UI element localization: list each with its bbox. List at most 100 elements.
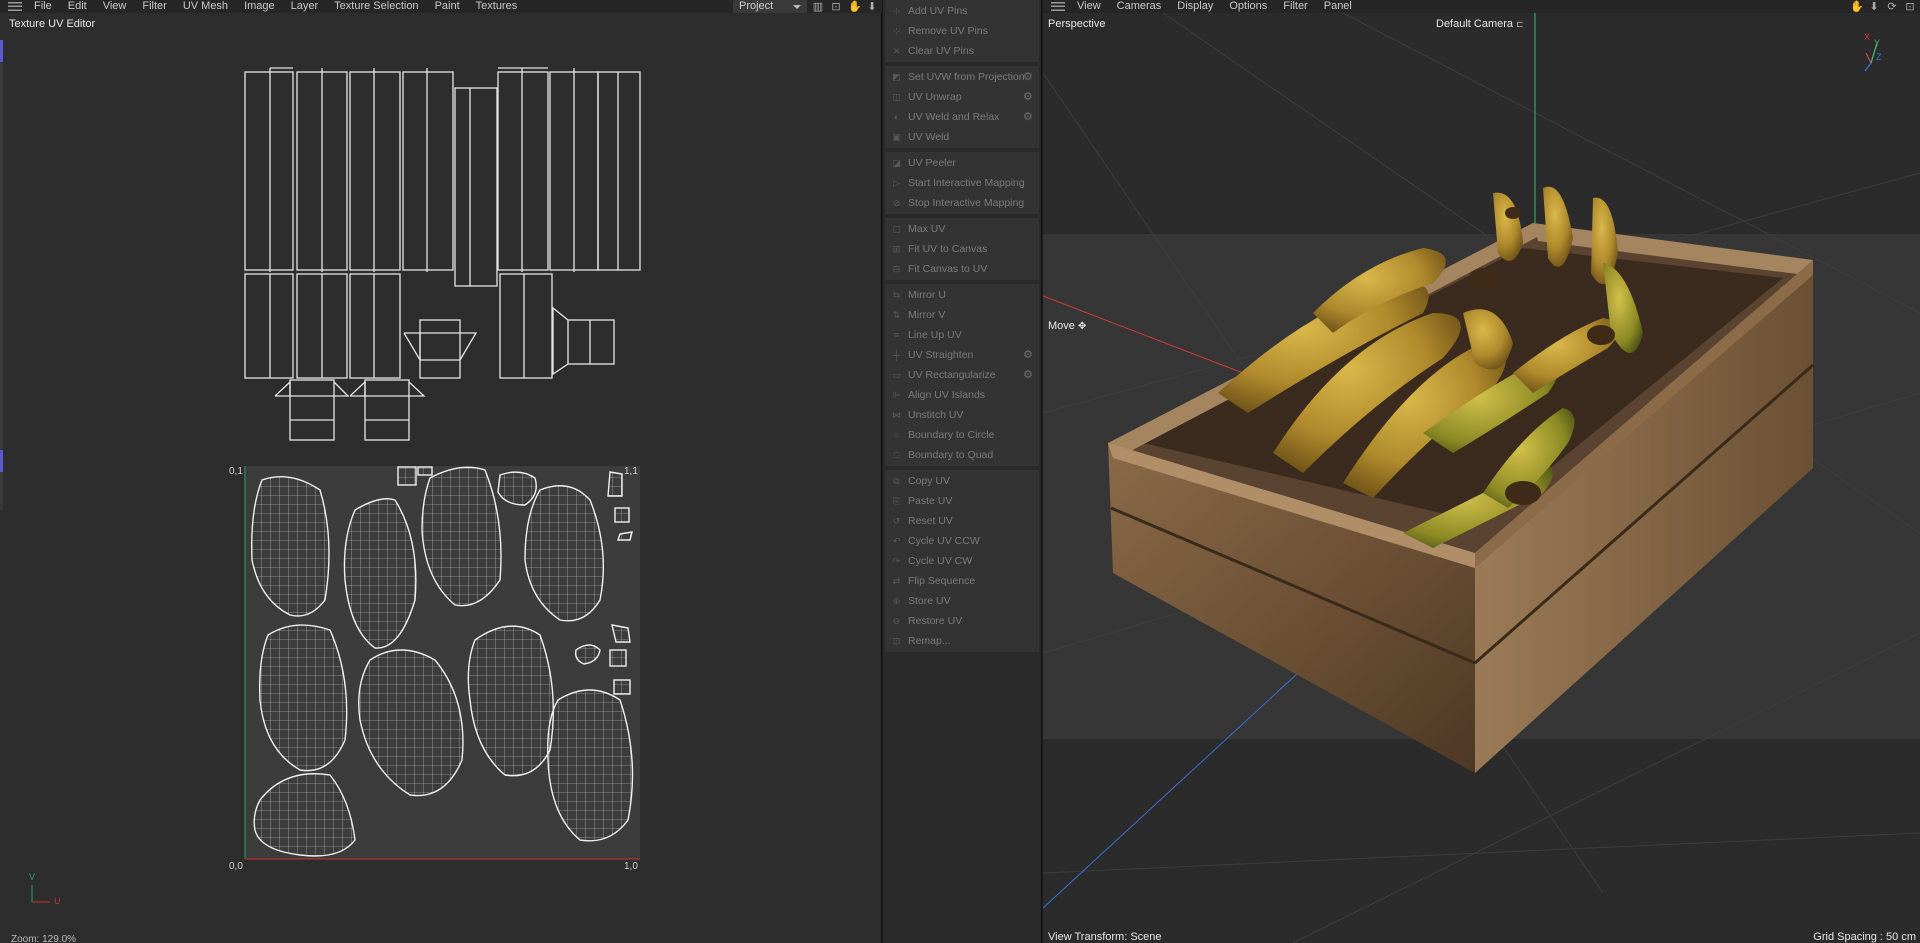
uv-command-copy-uv[interactable]: ⧉ Copy UV: [885, 471, 1039, 491]
uv-command-label: Cycle UV CCW: [908, 535, 980, 547]
uv-command-group: ⊹ Add UV Pins ⊹ Remove UV Pins ✕ Clear UV Pin…: [885, 0, 1039, 62]
uv-command-mirror-u[interactable]: ⇆ Mirror U: [885, 285, 1039, 305]
3d-viewport[interactable]: View Cameras Display Options Filter Pane…: [1043, 0, 1920, 943]
line-up-icon: ≡: [893, 330, 900, 340]
uv-command-reset-uv[interactable]: ↺ Reset UV: [885, 511, 1039, 531]
uv-command-uv-rectangularize[interactable]: ▭ UV Rectangularize ⚙: [885, 365, 1039, 385]
weld-relax-icon: ◐: [893, 112, 900, 122]
uv-command-label: Paste UV: [908, 495, 953, 507]
uv-command-max-uv[interactable]: ▢ Max UV: [885, 219, 1039, 239]
uv-command-uv-weld-and-relax[interactable]: ◐ UV Weld and Relax ⚙: [885, 107, 1039, 127]
uv-command-uv-weld[interactable]: ▣ UV Weld: [885, 127, 1039, 147]
uv-command-uv-straighten[interactable]: ┼ UV Straighten ⚙: [885, 345, 1039, 365]
uv-command-label: Flip Sequence: [908, 575, 976, 587]
uv-command-uv-peeler[interactable]: ◪ UV Peeler: [885, 153, 1039, 173]
uv-command-store-uv[interactable]: ⊕ Store UV: [885, 591, 1039, 611]
store-icon: ⊕: [892, 596, 901, 606]
pin-remove-icon: ⊹: [892, 26, 901, 36]
gear-icon[interactable]: ⚙: [1023, 91, 1035, 103]
uv-axis-gizmo: [31, 885, 50, 903]
active-tool-name: Move: [1048, 320, 1075, 332]
rotate-icon[interactable]: ⟳: [1886, 1, 1898, 13]
app-window: File Edit View Filter UV Mesh Image Laye…: [0, 0, 1920, 943]
vp-menu-options[interactable]: Options: [1221, 0, 1275, 13]
uv-command-group: ▢ Max UV ⊞ Fit UV to Canvas ⊟ Fit Canvas to U…: [885, 218, 1039, 280]
uv-command-boundary-to-quad[interactable]: □ Boundary to Quad: [885, 445, 1039, 465]
uv-command-label: Align UV Islands: [908, 389, 986, 401]
uv-command-fit-uv-to-canvas[interactable]: ⊞ Fit UV to Canvas: [885, 239, 1039, 259]
gear-icon[interactable]: ⚙: [1023, 71, 1035, 83]
uv-command-uv-unwrap[interactable]: ◫ UV Unwrap ⚙: [885, 87, 1039, 107]
cycle-ccw-icon: ↶: [892, 536, 901, 546]
uv-command-label: UV Weld and Relax: [908, 111, 1000, 123]
uv-command-group: ⇆ Mirror U ⇅ Mirror V ≡ Line Up UV ┼ UV Straigh…: [885, 284, 1039, 466]
uv-command-label: UV Peeler: [908, 157, 956, 169]
vp-menu-display[interactable]: Display: [1169, 0, 1221, 13]
uv-command-label: Fit UV to Canvas: [908, 243, 988, 255]
gear-icon[interactable]: ⚙: [1023, 349, 1035, 361]
align-icon: ⊫: [892, 390, 901, 400]
vp-menu-cameras[interactable]: Cameras: [1109, 0, 1170, 13]
play-icon: ▷: [893, 178, 900, 188]
uv-canvas[interactable]: [0, 0, 882, 943]
mirror-v-icon: ⇅: [892, 310, 901, 320]
gizmo-u-label: U: [54, 896, 61, 906]
uv-command-label: Boundary to Quad: [908, 449, 994, 461]
uv-command-label: Boundary to Circle: [908, 429, 995, 441]
copy-icon: ⧉: [893, 476, 900, 486]
fit-uv-icon: ⊞: [892, 244, 901, 254]
mirror-u-icon: ⇆: [892, 290, 901, 300]
camera-icon: ⊏: [1516, 19, 1524, 29]
dolly-icon[interactable]: ⬇: [1868, 1, 1880, 13]
view-mode-label[interactable]: Perspective: [1048, 18, 1105, 30]
uv-command-flip-sequence[interactable]: ⇄ Flip Sequence: [885, 571, 1039, 591]
maximize-icon[interactable]: ⊡: [1904, 1, 1916, 13]
uv-command-start-interactive-mapping[interactable]: ▷ Start Interactive Mapping: [885, 173, 1039, 193]
stop-icon: ⊘: [892, 198, 901, 208]
camera-name: Default Camera: [1436, 18, 1514, 30]
uv-coord-1-0: 1,0: [624, 861, 638, 872]
uv-command-cycle-uv-ccw[interactable]: ↶ Cycle UV CCW: [885, 531, 1039, 551]
uv-command-label: UV Straighten: [908, 349, 974, 361]
gizmo-x-label: X: [1864, 32, 1871, 42]
rectangularize-icon: ▭: [892, 370, 901, 380]
uv-command-fit-canvas-to-uv[interactable]: ⊟ Fit Canvas to UV: [885, 259, 1039, 279]
gear-icon[interactable]: ⚙: [1023, 369, 1035, 381]
vp-menu-panel[interactable]: Panel: [1316, 0, 1360, 13]
uv-command-label: Reset UV: [908, 515, 953, 527]
uv-command-clear-uv-pins[interactable]: ✕ Clear UV Pins: [885, 41, 1039, 61]
uv-command-mirror-v[interactable]: ⇅ Mirror V: [885, 305, 1039, 325]
uv-command-label: UV Rectangularize: [908, 369, 996, 381]
uv-command-set-uvw-from-projection[interactable]: ◩ Set UVW from Projection ⚙: [885, 67, 1039, 87]
uv-command-label: Mirror U: [908, 289, 946, 301]
uv-command-label: Cycle UV CW: [908, 555, 973, 567]
peeler-icon: ◪: [892, 158, 901, 168]
unwrap-icon: ◫: [892, 92, 901, 102]
uv-coord-1-1: 1,1: [624, 466, 638, 477]
uv-command-restore-uv[interactable]: ⊖ Restore UV: [885, 611, 1039, 631]
restore-icon: ⊖: [892, 616, 901, 626]
uv-command-cycle-uv-cw[interactable]: ↷ Cycle UV CW: [885, 551, 1039, 571]
quad-icon: □: [893, 450, 900, 460]
gear-icon[interactable]: ⚙: [1023, 111, 1035, 123]
camera-label[interactable]: Default Camera ⊏: [1436, 18, 1524, 30]
max-uv-icon: ▢: [892, 224, 901, 234]
uv-command-line-up-uv[interactable]: ≡ Line Up UV: [885, 325, 1039, 345]
uv-command-stop-interactive-mapping[interactable]: ⊘ Stop Interactive Mapping: [885, 193, 1039, 213]
uv-command-add-uv-pins[interactable]: ⊹ Add UV Pins: [885, 1, 1039, 21]
weld-icon: ▣: [892, 132, 901, 142]
hamburger-menu-icon[interactable]: [1043, 0, 1069, 13]
uv-command-remap[interactable]: ⊡ Remap...: [885, 631, 1039, 651]
gizmo-z-label: Z: [1876, 52, 1882, 62]
uv-command-remove-uv-pins[interactable]: ⊹ Remove UV Pins: [885, 21, 1039, 41]
uv-command-align-uv-islands[interactable]: ⊫ Align UV Islands: [885, 385, 1039, 405]
uv-command-paste-uv[interactable]: ⎘ Paste UV: [885, 491, 1039, 511]
hand-pan-icon[interactable]: ✋: [1850, 1, 1864, 13]
vp-menu-filter[interactable]: Filter: [1275, 0, 1315, 13]
uv-command-boundary-to-circle[interactable]: ○ Boundary to Circle: [885, 425, 1039, 445]
uv-command-label: Set UVW from Projection: [908, 71, 1025, 83]
circle-icon: ○: [893, 430, 900, 440]
uv-command-unstitch-uv[interactable]: ⋈ Unstitch UV: [885, 405, 1039, 425]
uv-commands-list: ⊹ Add UV Pins ⊹ Remove UV Pins ✕ Clear UV Pin…: [883, 0, 1041, 652]
vp-menu-view[interactable]: View: [1069, 0, 1109, 13]
